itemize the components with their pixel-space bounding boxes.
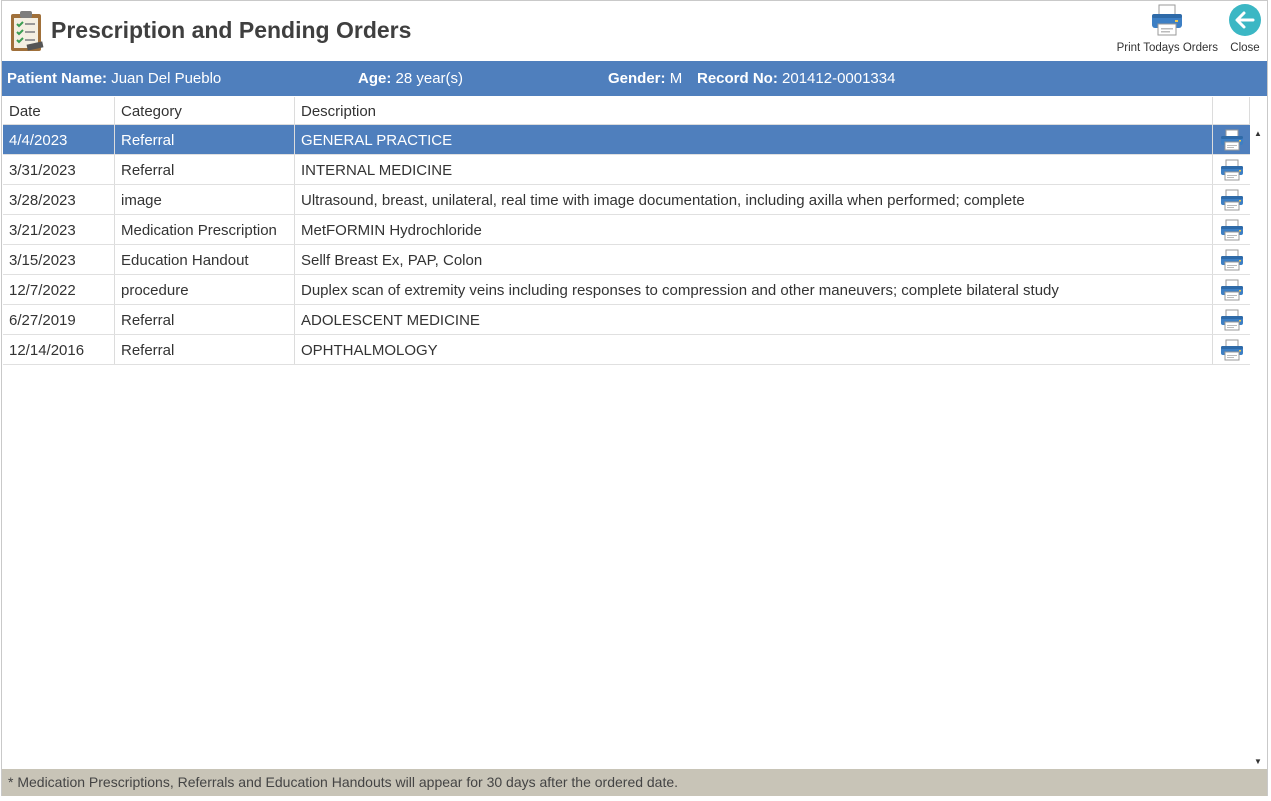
close-button[interactable]: Close [1228,3,1262,54]
header: Prescription and Pending Orders Print To… [2,1,1267,61]
print-todays-orders-label: Print Todays Orders [1116,42,1218,54]
cell-category: Referral [115,305,295,334]
column-header-print [1213,97,1250,125]
gender-field: Gender: M [608,70,682,87]
cell-category: Medication Prescription [115,215,295,244]
table-row[interactable]: 3/28/2023 image Ultrasound, breast, unilat… [3,185,1250,215]
page-title: Prescription and Pending Orders [51,17,412,43]
row-print-button[interactable] [1213,215,1250,244]
printer-icon [1220,159,1244,181]
close-label: Close [1230,42,1260,54]
clipboard-checklist-icon [11,11,44,51]
printer-icon [1220,219,1244,241]
cell-description: MetFORMIN Hydrochloride [295,215,1213,244]
cell-description: Ultrasound, breast, unilateral, real tim… [295,185,1213,214]
cell-category: Referral [115,335,295,364]
cell-category: Education Handout [115,245,295,274]
cell-description: ADOLESCENT MEDICINE [295,305,1213,334]
patient-name-label: Patient Name: [7,70,108,87]
cell-description: Sellf Breast Ex, PAP, Colon [295,245,1213,274]
cell-date: 3/15/2023 [3,245,115,274]
printer-icon [1220,249,1244,271]
printer-icon [1220,129,1244,151]
cell-date: 12/7/2022 [3,275,115,304]
scroll-up-arrow-icon[interactable]: ▲ [1250,125,1266,141]
printer-icon [1220,339,1244,361]
age-field: Age: 28 year(s) [358,70,463,87]
row-print-button[interactable] [1213,305,1250,334]
row-print-button[interactable] [1213,275,1250,304]
cell-date: 3/21/2023 [3,215,115,244]
printer-icon [1220,279,1244,301]
cell-date: 3/31/2023 [3,155,115,184]
row-print-button[interactable] [1213,245,1250,274]
row-print-button[interactable] [1213,335,1250,364]
cell-description: GENERAL PRACTICE [295,125,1213,154]
table-row[interactable]: 3/21/2023 Medication Prescription MetFORMI… [3,215,1250,245]
cell-category: image [115,185,295,214]
gender-label: Gender: [608,70,666,87]
scroll-down-arrow-icon[interactable]: ▼ [1250,753,1266,769]
cell-date: 6/27/2019 [3,305,115,334]
gender-value: M [669,70,683,87]
grid-header: Date Category Description [3,97,1250,125]
printer-icon [1220,309,1244,331]
column-header-date[interactable]: Date [3,97,115,125]
cell-category: Referral [115,125,295,154]
table-row[interactable]: 12/14/2016 Referral OPHTHALMOLOGY [3,335,1250,365]
printer-icon [1220,189,1244,211]
column-header-category[interactable]: Category [115,97,295,125]
print-todays-orders-button[interactable]: Print Todays Orders [1117,3,1218,54]
vertical-scrollbar[interactable]: ▲ ▼ [1250,125,1266,769]
row-print-button[interactable] [1213,125,1250,154]
row-print-button[interactable] [1213,155,1250,184]
age-value: 28 year(s) [395,70,464,87]
patient-name-value: Juan Del Pueblo [111,70,222,87]
patient-info-bar: Patient Name: Juan Del Pueblo Age: 28 ye… [2,61,1267,96]
table-row[interactable]: 4/4/2023 Referral GENERAL PRACTICE [3,125,1250,155]
row-print-button[interactable] [1213,185,1250,214]
table-row[interactable]: 3/15/2023 Education Handout Sellf Breast E… [3,245,1250,275]
cell-date: 3/28/2023 [3,185,115,214]
cell-description: Duplex scan of extremity veins including… [295,275,1213,304]
age-label: Age: [358,70,392,87]
orders-window: Prescription and Pending Orders Print To… [1,0,1268,796]
table-row[interactable]: 3/31/2023 Referral INTERNAL MEDICINE [3,155,1250,185]
cell-description: OPHTHALMOLOGY [295,335,1213,364]
patient-name-field: Patient Name: Juan Del Pueblo [7,70,221,87]
footer-note: * Medication Prescriptions, Referrals an… [2,769,1267,796]
printer-icon [1152,4,1183,36]
orders-grid: Date Category Description 4/4/2023 Referr… [3,97,1267,769]
grid-rows: 4/4/2023 Referral GENERAL PRACTICE 3/31/202… [3,125,1250,365]
column-header-description[interactable]: Description [295,97,1213,125]
record-value: 201412-0001334 [782,70,896,87]
table-row[interactable]: 12/7/2022 procedure Duplex scan of extremi… [3,275,1250,305]
cell-date: 12/14/2016 [3,335,115,364]
back-arrow-icon [1229,4,1261,36]
cell-description: INTERNAL MEDICINE [295,155,1213,184]
cell-date: 4/4/2023 [3,125,115,154]
record-field: Record No: 201412-0001334 [697,70,895,87]
cell-category: Referral [115,155,295,184]
table-row[interactable]: 6/27/2019 Referral ADOLESCENT MEDICINE [3,305,1250,335]
cell-category: procedure [115,275,295,304]
record-label: Record No: [697,70,778,87]
